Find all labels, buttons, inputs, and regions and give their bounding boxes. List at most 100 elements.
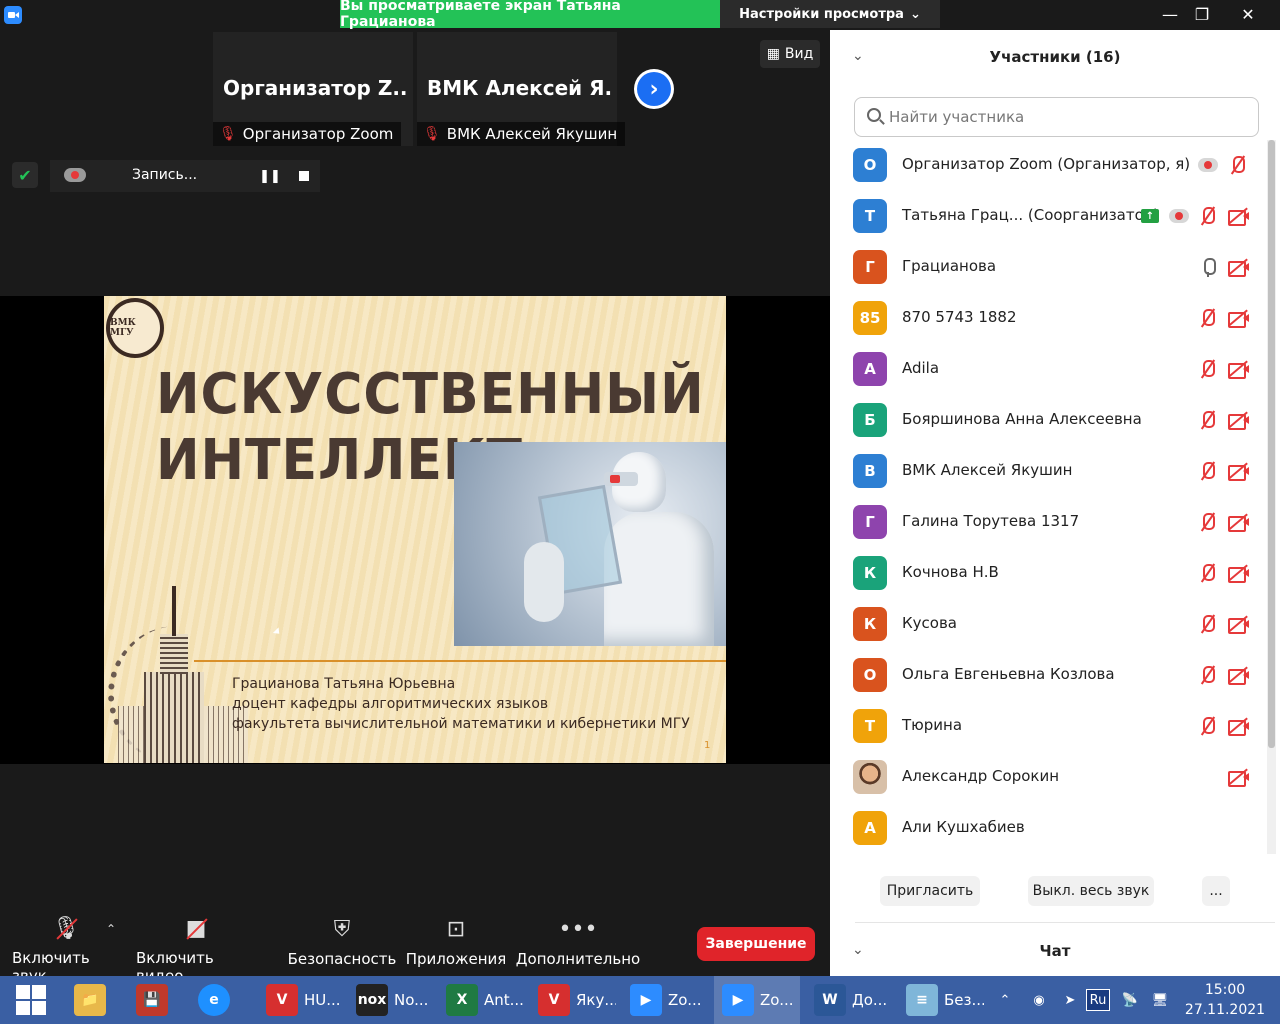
taskbar-app-label: Zo... xyxy=(760,991,794,1009)
participant-row[interactable]: А Али Кушхабиев xyxy=(830,803,1267,854)
taskbar-app-button[interactable]: W До... xyxy=(806,976,892,1024)
participant-row[interactable]: В ВМК Алексей Якушин xyxy=(830,446,1267,497)
participant-row[interactable]: К Кочнова Н.В xyxy=(830,548,1267,599)
participant-row[interactable]: Г Галина Торутева 1317 xyxy=(830,497,1267,548)
participant-row[interactable]: Г Грацианова xyxy=(830,242,1267,293)
mic-muted-icon[interactable] xyxy=(1196,714,1220,738)
camera-off-icon[interactable] xyxy=(1226,561,1250,585)
avatar: Б xyxy=(853,403,887,437)
camera-off-icon[interactable] xyxy=(1226,408,1250,432)
start-button[interactable] xyxy=(0,976,62,1024)
slide-divider xyxy=(194,660,726,662)
next-page-button[interactable]: › xyxy=(634,69,674,109)
participant-row[interactable]: Т Тюрина xyxy=(830,701,1267,752)
participant-search-input[interactable] xyxy=(889,106,1249,128)
tile-caption: 🎙 ВМК Алексей Якушин xyxy=(417,122,626,146)
scrollbar-thumb[interactable] xyxy=(1268,140,1275,748)
taskbar-app-button[interactable]: ▶ Zo... xyxy=(622,976,708,1024)
recording-icon[interactable] xyxy=(1167,204,1191,228)
stop-recording-button[interactable] xyxy=(290,165,318,187)
video-tile[interactable]: Организатор Z... 🎙 Организатор Zoom xyxy=(213,32,413,146)
taskbar-app-label: HU... xyxy=(304,991,341,1009)
taskbar-app-button[interactable]: V HU... xyxy=(258,976,342,1024)
participant-scrollbar[interactable] xyxy=(1267,140,1276,854)
mic-muted-icon[interactable] xyxy=(1196,510,1220,534)
participant-row[interactable]: Т Татьяна Грац... (Соорганизатор) ↑ xyxy=(830,191,1267,242)
taskbar-app-button[interactable]: nox No... xyxy=(348,976,432,1024)
camera-off-icon: ■ xyxy=(181,916,211,941)
unmute-button[interactable]: 🎙 Включить звук xyxy=(12,916,120,985)
more-options-button[interactable]: ... xyxy=(1202,876,1230,906)
save-taskbar-button[interactable]: 💾 xyxy=(128,976,178,1024)
end-meeting-button[interactable]: Завершение xyxy=(697,927,815,961)
monitor-icon[interactable]: 🖥 xyxy=(1146,976,1174,1024)
discord-icon[interactable]: ◉ xyxy=(1025,976,1053,1024)
mic-muted-icon[interactable] xyxy=(1196,306,1220,330)
participant-row[interactable]: 85 870 5743 1882 xyxy=(830,293,1267,344)
apps-icon: ⊡ xyxy=(446,916,466,942)
camera-off-icon[interactable] xyxy=(1226,510,1250,534)
audio-options-caret-icon[interactable]: ⌃ xyxy=(106,922,116,936)
vivaldi-icon: V xyxy=(538,984,570,1016)
camera-off-icon[interactable] xyxy=(1226,714,1250,738)
taskbar-app-button[interactable]: ≡ Без... xyxy=(898,976,984,1024)
more-button[interactable]: ••• Дополнительно xyxy=(516,916,640,976)
taskbar-app-button[interactable]: X Ant... xyxy=(438,976,524,1024)
telegram-icon[interactable]: ➤ xyxy=(1056,976,1084,1024)
view-button[interactable]: ▦ Вид xyxy=(760,40,820,68)
camera-off-icon[interactable] xyxy=(1226,459,1250,483)
participant-row[interactable]: Александр Сорокин xyxy=(830,752,1267,803)
mic-muted-icon[interactable] xyxy=(1196,204,1220,228)
security-button[interactable]: ⛨ Безопасность xyxy=(288,916,397,976)
invite-button[interactable]: Пригласить xyxy=(880,876,980,906)
taskbar-app-button[interactable]: ▶ Zo... xyxy=(714,976,800,1024)
mic-muted-icon[interactable] xyxy=(1196,357,1220,381)
screen-share-icon[interactable]: ↑ xyxy=(1138,204,1162,228)
recording-icon[interactable] xyxy=(1196,153,1220,177)
video-tile[interactable]: ВМК Алексей Я... 🎙 ВМК Алексей Якушин xyxy=(417,32,626,146)
system-clock[interactable]: 15:00 27.11.2021 xyxy=(1180,980,1270,1020)
floppy-icon: 💾 xyxy=(136,984,168,1016)
mic-muted-icon[interactable] xyxy=(1196,561,1220,585)
participant-row[interactable]: К Кусова xyxy=(830,599,1267,650)
mic-muted-icon[interactable] xyxy=(1196,459,1220,483)
participant-row[interactable]: О Ольга Евгеньевна Козлова xyxy=(830,650,1267,701)
mic-muted-icon[interactable] xyxy=(1226,153,1250,177)
participant-row[interactable]: Б Бояршинова Анна Алексеевна xyxy=(830,395,1267,446)
mic-muted-icon[interactable] xyxy=(1196,663,1220,687)
avatar: А xyxy=(853,811,887,845)
participant-name: Александр Сорокин xyxy=(902,767,1060,785)
participant-row[interactable]: A Adila xyxy=(830,344,1267,395)
microphone-icon[interactable] xyxy=(1196,255,1220,279)
ie-taskbar-button[interactable]: e xyxy=(190,976,244,1024)
mute-all-button[interactable]: Выкл. весь звук xyxy=(1028,876,1154,906)
participant-row[interactable]: О Организатор Zoom (Организатор, я) xyxy=(830,140,1267,191)
start-video-button[interactable]: ■ Включить видео xyxy=(136,916,256,985)
mic-muted-icon[interactable] xyxy=(1196,612,1220,636)
zoom-logo-icon xyxy=(4,6,22,24)
maximize-icon[interactable]: ❐ xyxy=(1182,0,1222,28)
pause-recording-button[interactable]: ❚❚ xyxy=(256,165,284,187)
view-settings-button[interactable]: Настройки просмотра ⌄ xyxy=(720,0,940,28)
tray-expand-icon[interactable]: ⌃ xyxy=(995,976,1015,1024)
language-indicator[interactable]: Ru xyxy=(1086,989,1110,1011)
mic-muted-icon[interactable] xyxy=(1196,408,1220,432)
close-icon[interactable]: ✕ xyxy=(1228,0,1268,28)
chevron-down-icon: ⌄ xyxy=(909,6,921,22)
camera-off-icon[interactable] xyxy=(1226,612,1250,636)
participant-search[interactable] xyxy=(854,97,1259,137)
camera-off-icon[interactable] xyxy=(1226,357,1250,381)
folder-icon: 📁 xyxy=(74,984,106,1016)
camera-off-icon[interactable] xyxy=(1226,765,1250,789)
apps-button[interactable]: ⊡ Приложения xyxy=(406,916,507,976)
avatar: Т xyxy=(853,199,887,233)
camera-off-icon[interactable] xyxy=(1226,255,1250,279)
camera-off-icon[interactable] xyxy=(1226,204,1250,228)
camera-off-icon[interactable] xyxy=(1226,663,1250,687)
taskbar-app-button[interactable]: V Яку... xyxy=(530,976,616,1024)
encryption-shield-icon[interactable]: ✔ xyxy=(12,162,38,188)
chat-header: ⌄ Чат xyxy=(830,930,1280,970)
network-icon[interactable]: 📡 xyxy=(1116,976,1144,1024)
camera-off-icon[interactable] xyxy=(1226,306,1250,330)
explorer-taskbar-button[interactable]: 📁 xyxy=(68,976,118,1024)
